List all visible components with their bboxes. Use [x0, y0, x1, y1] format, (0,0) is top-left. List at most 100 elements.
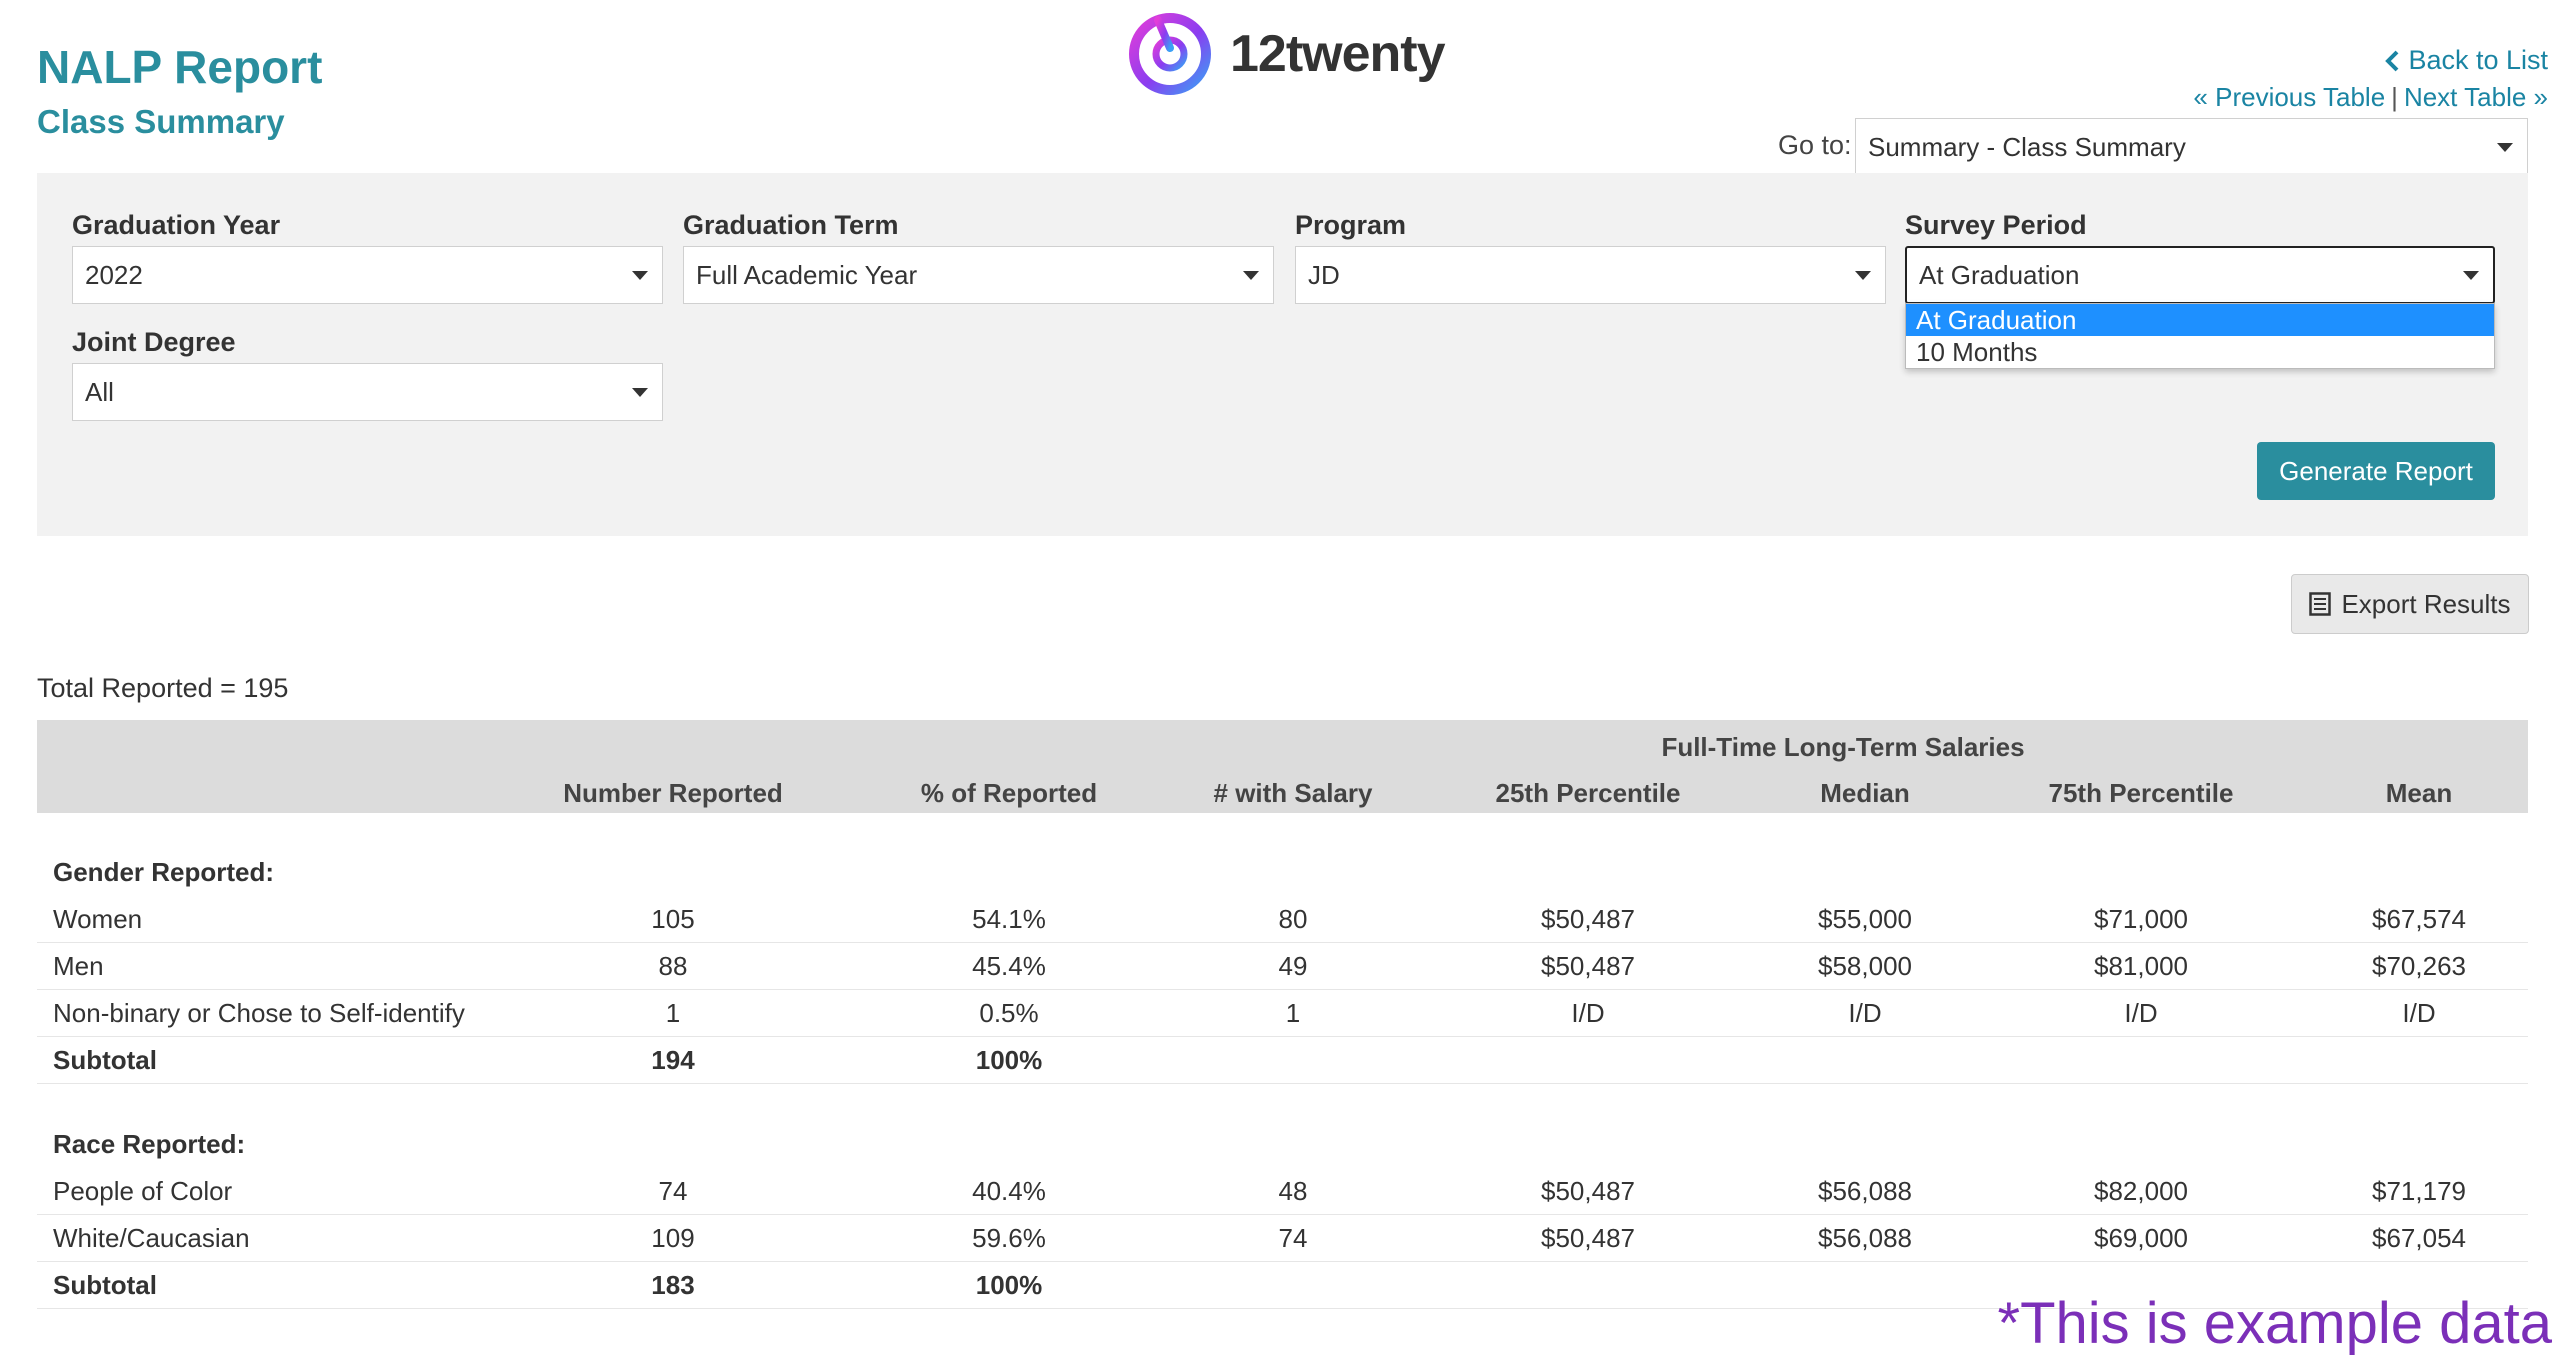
- cell-25th-percentile: $50,487: [1541, 904, 1635, 934]
- page-subtitle: Class Summary: [37, 103, 285, 140]
- cell-number-reported: 105: [651, 904, 695, 934]
- col-header-number-reported: Number Reported: [563, 778, 783, 808]
- chevron-down-icon: [632, 271, 648, 280]
- cell-number-reported: 183: [651, 1270, 695, 1300]
- row-label: Subtotal: [53, 1270, 157, 1300]
- cell-75th-percentile: $69,000: [2094, 1223, 2188, 1253]
- chevron-down-icon: [1855, 271, 1871, 280]
- cell-pct-reported: 0.5%: [979, 998, 1039, 1028]
- cell-pct-reported: 45.4%: [972, 951, 1046, 981]
- cell-mean: I/D: [2402, 998, 2436, 1028]
- cell-median: I/D: [1848, 998, 1882, 1028]
- cell-median: $56,088: [1818, 1176, 1912, 1206]
- cell-mean: $70,263: [2372, 951, 2466, 981]
- col-header-mean: Mean: [2385, 778, 2453, 808]
- cell-mean: $71,179: [2372, 1176, 2466, 1206]
- survey-period-option-10-months[interactable]: 10 Months: [1906, 336, 2494, 368]
- survey-period-option-at-graduation[interactable]: At Graduation: [1906, 304, 2494, 336]
- survey-period-label: Survey Period: [1905, 210, 2087, 240]
- nav-separator: |: [2391, 82, 2398, 112]
- col-header-median: Median: [1820, 778, 1910, 808]
- cell-75th-percentile: I/D: [2124, 998, 2158, 1028]
- row-label: Women: [53, 904, 143, 934]
- joint-degree-select[interactable]: All: [72, 363, 663, 421]
- program-label: Program: [1295, 210, 1407, 240]
- previous-table-link[interactable]: « Previous Table: [2193, 82, 2385, 112]
- program-select[interactable]: JD: [1295, 246, 1886, 304]
- chevron-down-icon: [2463, 271, 2479, 280]
- list-icon: [2309, 592, 2332, 616]
- generate-report-button[interactable]: Generate Report: [2257, 442, 2495, 500]
- graduation-year-value: 2022: [85, 259, 143, 290]
- graduation-term-select[interactable]: Full Academic Year: [683, 246, 1274, 304]
- next-table-link[interactable]: Next Table »: [2404, 82, 2548, 112]
- table-nav: « Previous Table | Next Table »: [2193, 82, 2548, 113]
- table-row: Non-binary or Chose to Self-identify 1 0…: [37, 990, 2528, 1037]
- cell-25th-percentile: I/D: [1571, 998, 1605, 1028]
- export-results-label: Export Results: [2341, 588, 2511, 619]
- col-header-pct-reported: % of Reported: [920, 778, 1098, 808]
- row-label: White/Caucasian: [53, 1223, 250, 1253]
- graduation-term-label: Graduation Term: [683, 210, 899, 240]
- cell-median: $58,000: [1818, 951, 1912, 981]
- example-data-watermark: *This is example data: [1997, 1291, 2552, 1356]
- section-title-gender: Gender Reported:: [53, 857, 275, 887]
- cell-number-reported: 194: [651, 1045, 695, 1075]
- cell-number-reported: 109: [651, 1223, 695, 1253]
- cell-pct-reported: 100%: [975, 1045, 1043, 1075]
- table-row: White/Caucasian 109 59.6% 74 $50,487 $56…: [37, 1215, 2528, 1262]
- page-title: NALP Report: [37, 41, 323, 93]
- program-value: JD: [1308, 259, 1340, 290]
- cell-number-reported: 74: [658, 1176, 688, 1206]
- back-to-list-label: Back to List: [2408, 45, 2548, 75]
- survey-period-dropdown: At Graduation 10 Months: [1905, 303, 2495, 369]
- goto-select-value: Summary - Class Summary: [1868, 131, 2186, 162]
- row-label: People of Color: [53, 1176, 233, 1206]
- row-label: Men: [53, 951, 104, 981]
- goto-label: Go to:: [1778, 130, 1852, 160]
- cell-75th-percentile: $81,000: [2094, 951, 2188, 981]
- cell-25th-percentile: $50,487: [1541, 1176, 1635, 1206]
- table-header: Full-Time Long-Term Salaries Number Repo…: [37, 720, 2528, 813]
- joint-degree-label: Joint Degree: [72, 327, 236, 357]
- col-header-25th-percentile: 25th Percentile: [1495, 778, 1681, 808]
- goto-select[interactable]: Summary - Class Summary: [1855, 118, 2528, 176]
- graduation-year-label: Graduation Year: [72, 210, 281, 240]
- cell-mean: $67,574: [2372, 904, 2466, 934]
- cell-number-reported: 88: [658, 951, 688, 981]
- chevron-down-icon: [1243, 271, 1259, 280]
- cell-median: $55,000: [1818, 904, 1912, 934]
- export-results-button[interactable]: Export Results: [2291, 574, 2529, 634]
- chevron-left-icon: [2385, 50, 2399, 71]
- table-row: People of Color 74 40.4% 48 $50,487 $56,…: [37, 1168, 2528, 1215]
- logo: 12twenty: [1128, 12, 1446, 96]
- cell-75th-percentile: $82,000: [2094, 1176, 2188, 1206]
- section-title-race: Race Reported:: [53, 1129, 246, 1159]
- row-label: Non-binary or Chose to Self-identify: [53, 998, 465, 1028]
- cell-with-salary: 49: [1278, 951, 1308, 981]
- survey-period-select[interactable]: At Graduation: [1905, 246, 2495, 304]
- cell-pct-reported: 59.6%: [972, 1223, 1046, 1253]
- chevron-down-icon: [2497, 143, 2513, 152]
- cell-with-salary: 80: [1278, 904, 1308, 934]
- cell-25th-percentile: $50,487: [1541, 951, 1635, 981]
- graduation-term-value: Full Academic Year: [696, 259, 918, 290]
- table-row: Women 105 54.1% 80 $50,487 $55,000 $71,0…: [37, 896, 2528, 943]
- chevron-down-icon: [632, 388, 648, 397]
- col-header-75th-percentile: 75th Percentile: [2048, 778, 2234, 808]
- survey-period-value: At Graduation: [1919, 259, 2080, 290]
- col-header-with-salary: # with Salary: [1213, 778, 1373, 808]
- back-to-list-link[interactable]: Back to List: [2384, 45, 2548, 76]
- cell-with-salary: 74: [1278, 1223, 1308, 1253]
- row-label: Subtotal: [53, 1045, 157, 1075]
- graduation-year-select[interactable]: 2022: [72, 246, 663, 304]
- cell-median: $56,088: [1818, 1223, 1912, 1253]
- cell-pct-reported: 54.1%: [972, 904, 1046, 934]
- total-reported: Total Reported = 195: [37, 673, 289, 703]
- joint-degree-value: All: [85, 376, 114, 407]
- cell-number-reported: 1: [665, 998, 681, 1028]
- cell-25th-percentile: $50,487: [1541, 1223, 1635, 1253]
- cell-mean: $67,054: [2372, 1223, 2466, 1253]
- salary-group-header: Full-Time Long-Term Salaries: [1661, 732, 2025, 762]
- subtotal-row: Subtotal 194 100%: [37, 1037, 2528, 1084]
